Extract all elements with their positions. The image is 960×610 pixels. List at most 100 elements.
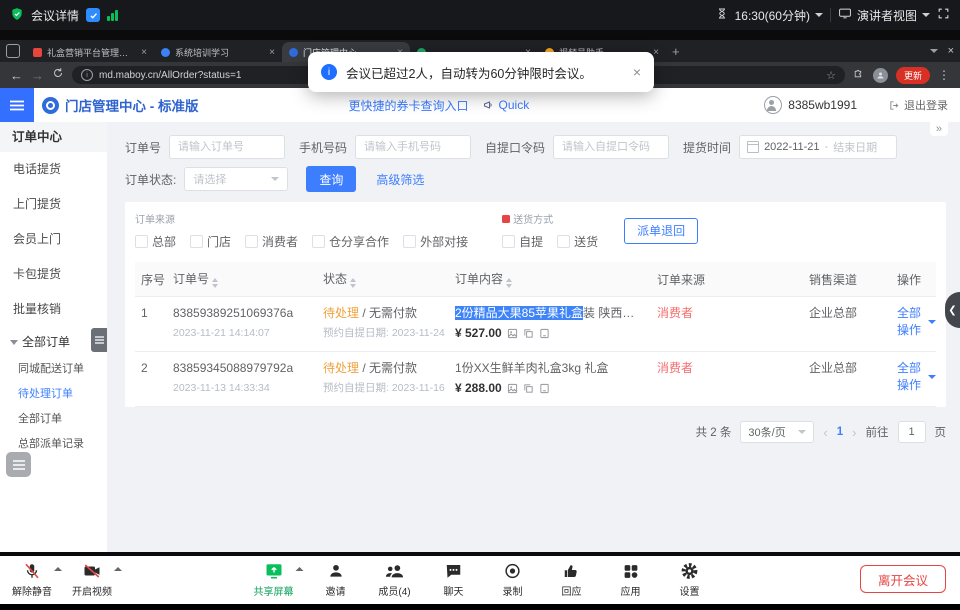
qrcode-icon[interactable] [539, 382, 550, 398]
refresh-icon[interactable] [52, 66, 64, 84]
bookmark-star-icon[interactable]: ☆ [826, 69, 836, 82]
view-mode-dropdown[interactable]: 演讲者视图 [838, 7, 930, 24]
sidebar-item-phone-pickup[interactable]: 电话提货 [0, 152, 107, 187]
sidebar-item-all-orders[interactable]: 全部订单 [0, 407, 107, 432]
delivery-option-delivery[interactable]: 送货 [557, 233, 598, 250]
settings-button[interactable]: 设置 [673, 561, 707, 598]
source-option-external[interactable]: 外部对接 [403, 233, 468, 250]
dispatch-return-button[interactable]: 派单退回 [624, 218, 698, 244]
network-signal-icon[interactable] [107, 9, 118, 21]
sort-icon[interactable] [212, 278, 218, 288]
copy-icon[interactable] [523, 327, 534, 343]
chevron-up-icon[interactable] [296, 567, 304, 571]
image-icon[interactable] [507, 382, 518, 398]
meeting-toast: i 会议已超过2人，自动转为60分钟限时会议。 × [308, 52, 654, 92]
status-badge: 待处理 [323, 306, 359, 320]
delivery-option-selfpickup[interactable]: 自提 [502, 233, 543, 250]
browser-profile-avatar[interactable] [873, 68, 888, 83]
quick-link[interactable]: Quick [483, 98, 530, 112]
monitor-icon [838, 7, 852, 23]
floating-list-button[interactable] [6, 452, 31, 477]
logout-button[interactable]: 退出登录 [889, 97, 948, 113]
sidebar-item-city-delivery[interactable]: 同城配送订单 [0, 357, 107, 382]
fullscreen-icon[interactable] [937, 7, 950, 23]
source-option-coop[interactable]: 仓分享合作 [312, 233, 389, 250]
meeting-timer-dropdown[interactable]: 16:30(60分钟) [735, 7, 823, 24]
leave-meeting-button[interactable]: 离开会议 [860, 565, 946, 593]
order-no-input[interactable] [169, 135, 285, 159]
new-tab-button[interactable]: + [672, 44, 680, 59]
share-screen-button[interactable]: 共享屏幕 [254, 561, 294, 598]
next-page-button[interactable]: › [852, 425, 856, 440]
site-info-icon[interactable]: i [81, 69, 93, 81]
mic-muted-icon [23, 561, 41, 581]
col-content[interactable]: 订单内容 [455, 270, 657, 288]
unmute-button[interactable]: 解除静音 [12, 561, 52, 598]
browser-update-button[interactable]: 更新 [896, 67, 930, 84]
apps-button[interactable]: 应用 [614, 561, 648, 598]
tab-close-icon[interactable]: × [269, 47, 275, 58]
chevron-up-icon[interactable] [114, 567, 122, 571]
verified-badge-icon[interactable] [86, 8, 100, 22]
browser-menu-icon[interactable]: ⋮ [938, 68, 950, 82]
sidebar-item-member-visit[interactable]: 会员上门 [0, 222, 107, 257]
tab-close-icon[interactable]: × [653, 47, 659, 58]
chevron-down-icon [928, 375, 936, 379]
chevron-up-icon[interactable] [54, 567, 62, 571]
members-button[interactable]: 成员(4) [378, 561, 412, 598]
source-option-hq[interactable]: 总部 [135, 233, 176, 250]
chat-button[interactable]: 聊天 [437, 561, 471, 598]
quick-label: Quick [499, 98, 530, 112]
sidebar-item-pending-orders[interactable]: 待处理订单 [0, 382, 107, 407]
pickup-code-input[interactable] [553, 135, 669, 159]
start-video-button[interactable]: 开启视频 [72, 561, 112, 598]
meeting-details-label[interactable]: 会议详情 [31, 7, 79, 24]
phone-input[interactable] [355, 135, 471, 159]
back-icon[interactable]: ← [10, 69, 23, 82]
tab-close-icon[interactable]: × [141, 47, 147, 58]
window-close-icon[interactable]: × [948, 45, 954, 57]
extensions-icon[interactable] [853, 66, 865, 84]
search-button[interactable]: 查询 [306, 166, 356, 192]
tab-grid-icon[interactable] [6, 44, 20, 58]
page-size-select[interactable]: 30条/页 [740, 421, 814, 443]
divider [830, 8, 831, 22]
col-order[interactable]: 订单号 [173, 270, 323, 288]
browser-tab-1[interactable]: 礼盒营销平台管理中心 × [26, 42, 154, 62]
timer-icon [716, 7, 728, 23]
mini-menu-button[interactable] [91, 328, 107, 352]
meeting-security-shield-icon[interactable] [10, 7, 24, 24]
advanced-filter-link[interactable]: 高级筛选 [376, 171, 424, 188]
coupon-query-link[interactable]: 更快捷的券卡查询入口 [349, 97, 469, 114]
qrcode-icon[interactable] [539, 327, 550, 343]
site-brand: 门店管理中心 - 标准版 [65, 95, 199, 115]
sort-icon[interactable] [506, 278, 512, 288]
image-icon[interactable] [507, 327, 518, 343]
sidebar-item-batch-verify[interactable]: 批量核销 [0, 292, 107, 327]
megaphone-icon [483, 99, 495, 111]
tab-list-icon[interactable] [930, 49, 938, 53]
prev-page-button[interactable]: ‹ [823, 425, 827, 440]
current-page[interactable]: 1 [837, 426, 843, 438]
sidebar-item-card-pickup[interactable]: 卡包提货 [0, 257, 107, 292]
record-button[interactable]: 录制 [496, 561, 530, 598]
forward-icon[interactable]: → [31, 69, 44, 82]
share-screen-icon [264, 561, 283, 581]
toast-close-icon[interactable]: × [633, 64, 641, 80]
order-status-select[interactable]: 请选择 [184, 167, 288, 191]
source-option-store[interactable]: 门店 [190, 233, 231, 250]
browser-tab-2[interactable]: 系统培训学习 × [154, 42, 282, 62]
all-actions-dropdown[interactable]: 全部操作 [897, 360, 936, 394]
goto-page-input[interactable] [898, 421, 926, 443]
collapse-panel-button[interactable]: » [930, 122, 948, 136]
react-button[interactable]: 回应 [555, 561, 589, 598]
source-option-consumer[interactable]: 消费者 [245, 233, 298, 250]
invite-button[interactable]: 邀请 [319, 561, 353, 598]
col-status[interactable]: 状态 [323, 270, 455, 288]
all-actions-dropdown[interactable]: 全部操作 [897, 305, 936, 339]
date-range-picker[interactable]: 2022-11-21 - 结束日期 [739, 135, 897, 159]
sort-icon[interactable] [350, 278, 356, 288]
sidebar-item-door-pickup[interactable]: 上门提货 [0, 187, 107, 222]
copy-icon[interactable] [523, 382, 534, 398]
hamburger-menu-button[interactable] [0, 88, 34, 122]
